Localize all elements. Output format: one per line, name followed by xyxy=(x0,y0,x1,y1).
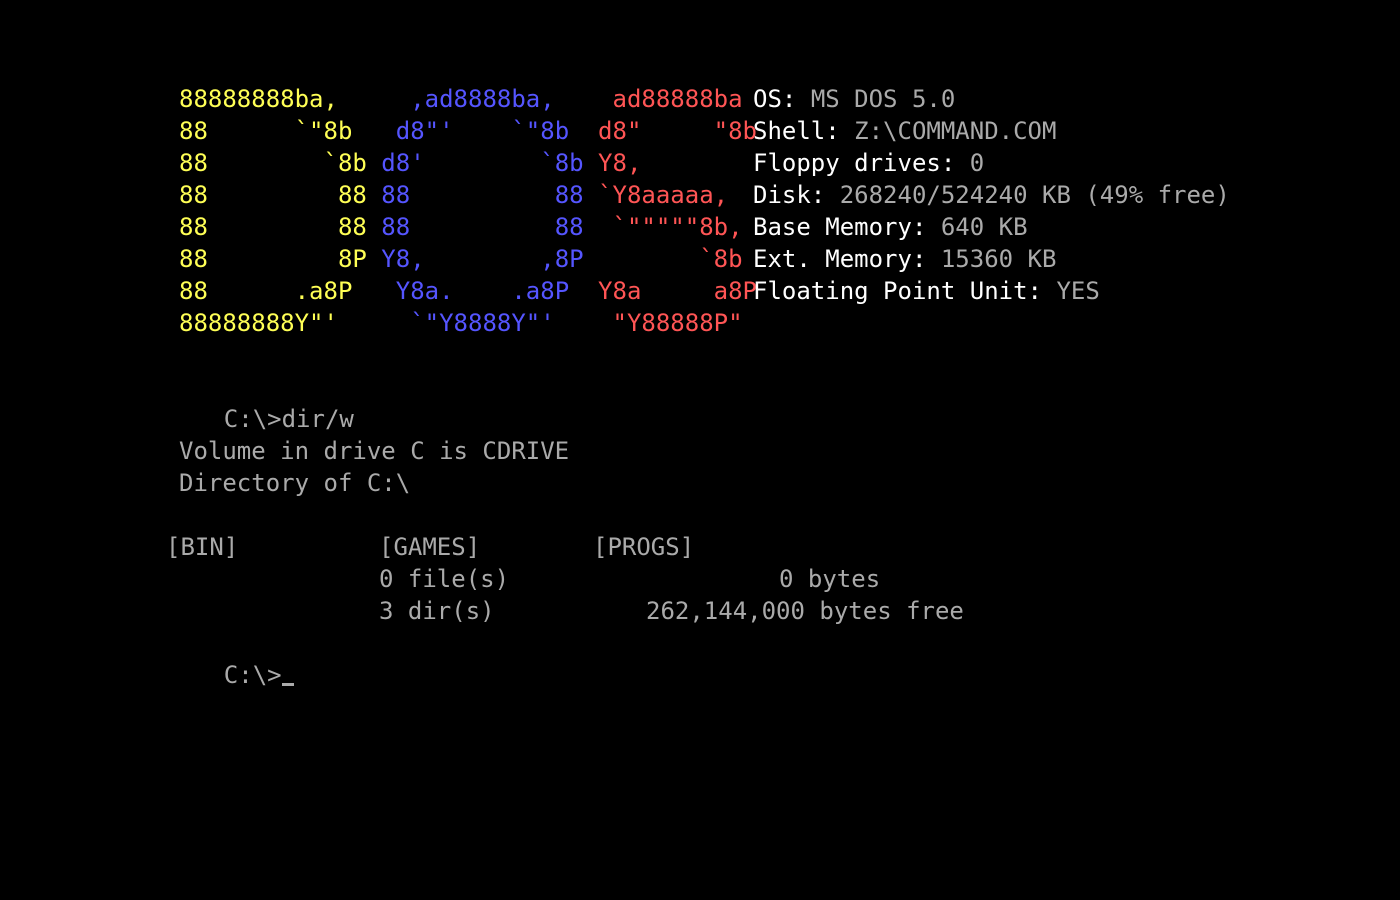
logo-spacer xyxy=(569,277,598,305)
sysinfo-label: Floppy drives: xyxy=(753,149,956,177)
logo-letter-d: 88888888Y"' xyxy=(179,309,338,337)
sysinfo-row: Base Memory: 640 KB xyxy=(753,211,1028,243)
sysinfo-label: Base Memory: xyxy=(753,213,927,241)
logo-spacer xyxy=(555,309,613,337)
logo-letter-s: d8" "8b xyxy=(598,117,757,145)
text-cursor xyxy=(281,683,294,686)
sysinfo-row: Ext. Memory: 15360 KB xyxy=(753,243,1056,275)
logo-letter-o: 88 88 xyxy=(381,181,584,209)
dir-entry-progs: [PROGS] xyxy=(593,533,695,561)
logo-letter-s: Y8, xyxy=(598,149,642,177)
logo-row: 88 .a8P Y8a. .a8P Y8a a8P xyxy=(179,275,757,307)
logo-letter-s: ad88888ba xyxy=(612,85,743,113)
logo-letter-d: 88 88 xyxy=(179,213,367,241)
logo-letter-o: Y8a. .a8P xyxy=(395,277,570,305)
files-bytes: 0 bytes xyxy=(779,565,881,593)
prompt-line[interactable]: C:\> xyxy=(166,627,294,689)
logo-letter-o: d8' `8b xyxy=(381,149,584,177)
dos-screen[interactable]: 88888888ba, ,ad8888ba, ad88888ba 88 `"8b … xyxy=(0,0,1400,900)
logo-letter-o: ,ad8888ba, xyxy=(410,85,555,113)
logo-letter-o: 88 88 xyxy=(381,213,584,241)
directory-line: Directory of C:\ xyxy=(179,469,411,497)
logo-row: 88 8P Y8, ,8P `8b xyxy=(179,243,743,275)
logo-spacer xyxy=(584,213,613,241)
logo-row: 88 88 88 88 `"""""8b, xyxy=(179,211,743,243)
logo-letter-s: `Y8aaaaa, xyxy=(598,181,729,209)
logo-letter-s: `8b xyxy=(699,245,743,273)
dir-entry-games: [GAMES] xyxy=(379,533,481,561)
dirs-count: 3 dir(s) xyxy=(379,597,495,625)
logo-spacer xyxy=(352,277,395,305)
logo-spacer xyxy=(338,85,410,113)
logo-spacer xyxy=(367,213,381,241)
sysinfo-value: 640 KB xyxy=(940,213,1028,241)
logo-letter-d: 88 88 xyxy=(179,181,367,209)
logo-letter-s: "Y88888P" xyxy=(612,309,743,337)
sysinfo-row: Disk: 268240/524240 KB (49% free) xyxy=(753,179,1230,211)
logo-letter-d: 88 8P xyxy=(179,245,367,273)
sysinfo-label: Disk: xyxy=(753,181,826,209)
sysinfo-label: Shell: xyxy=(753,117,840,145)
logo-spacer xyxy=(352,117,395,145)
logo-spacer xyxy=(367,245,381,273)
sysinfo-value: 0 xyxy=(969,149,985,177)
logo-letter-d: 88 `8b xyxy=(179,149,367,177)
files-count: 0 file(s) xyxy=(379,565,510,593)
logo-spacer xyxy=(338,309,410,337)
logo-spacer xyxy=(367,181,381,209)
logo-letter-d: 88 .a8P xyxy=(179,277,353,305)
logo-letter-o: `"Y8888Y"' xyxy=(410,309,555,337)
sysinfo-row: Floppy drives: 0 xyxy=(753,147,984,179)
logo-row: 88 88 88 88 `Y8aaaaa, xyxy=(179,179,728,211)
dir-entry-bin: [BIN] xyxy=(166,533,239,561)
prompt: C:\> xyxy=(223,661,282,689)
sysinfo-label: Floating Point Unit: xyxy=(753,277,1042,305)
bytes-free: 262,144,000 bytes free xyxy=(646,597,964,625)
logo-letter-s: `"""""8b, xyxy=(612,213,743,241)
logo-letter-s: Y8a a8P xyxy=(598,277,757,305)
logo-spacer xyxy=(555,85,613,113)
sysinfo-value: Z:\COMMAND.COM xyxy=(854,117,1057,145)
logo-row: 88888888Y"' `"Y8888Y"' "Y88888P" xyxy=(179,307,743,339)
logo-letter-o: d8"' `"8b xyxy=(395,117,570,145)
command-line: C:\>dir/w xyxy=(166,371,354,433)
logo-row: 88 `"8b d8"' `"8b d8" "8b xyxy=(179,115,757,147)
logo-letter-d: 88 `"8b xyxy=(179,117,353,145)
logo-letter-o: Y8, ,8P xyxy=(381,245,584,273)
sysinfo-value: YES xyxy=(1056,277,1100,305)
logo-spacer xyxy=(367,149,381,177)
sysinfo-value: 268240/524240 KB (49% free) xyxy=(839,181,1230,209)
volume-line: Volume in drive C is CDRIVE xyxy=(179,437,570,465)
sysinfo-row: OS: MS DOS 5.0 xyxy=(753,83,955,115)
sysinfo-row: Shell: Z:\COMMAND.COM xyxy=(753,115,1056,147)
sysinfo-value: MS DOS 5.0 xyxy=(810,85,956,113)
sysinfo-label: Ext. Memory: xyxy=(753,245,927,273)
logo-spacer xyxy=(569,117,598,145)
logo-row: 88888888ba, ,ad8888ba, ad88888ba xyxy=(179,83,743,115)
logo-spacer xyxy=(584,245,700,273)
sysinfo-value: 15360 KB xyxy=(940,245,1057,273)
logo-spacer xyxy=(584,181,598,209)
logo-letter-d: 88888888ba, xyxy=(179,85,338,113)
logo-spacer xyxy=(584,149,598,177)
sysinfo-row: Floating Point Unit: YES xyxy=(753,275,1100,307)
logo-row: 88 `8b d8' `8b Y8, xyxy=(179,147,641,179)
dir-command: C:\>dir/w xyxy=(223,405,354,433)
sysinfo-label: OS: xyxy=(753,85,797,113)
